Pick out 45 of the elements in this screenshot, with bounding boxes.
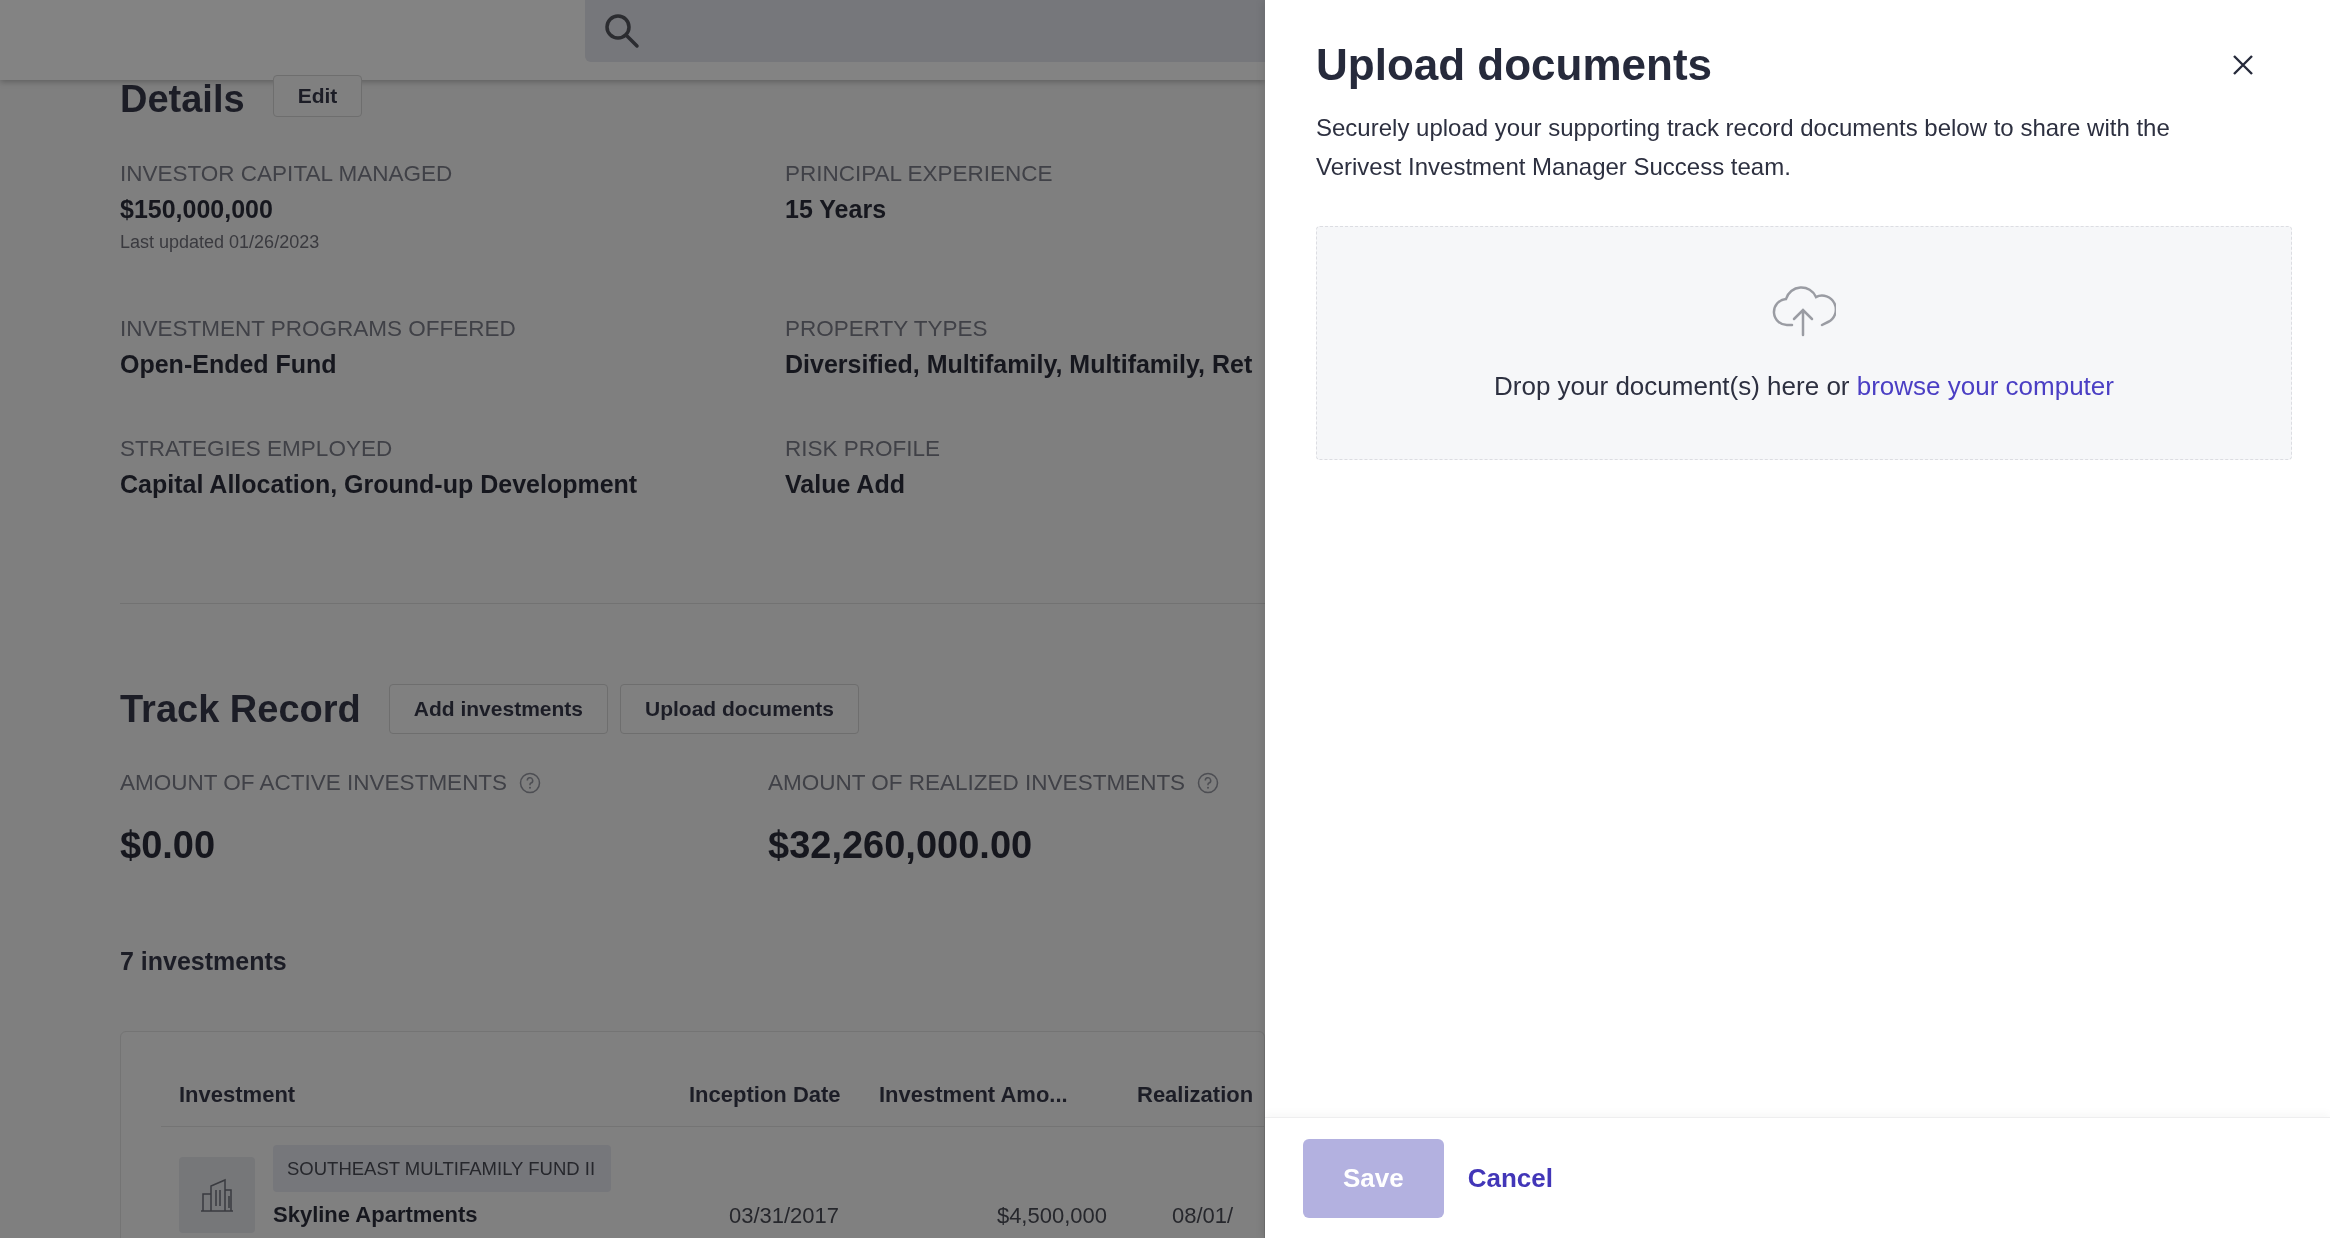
field-label: INVESTMENT PROGRAMS OFFERED — [120, 316, 517, 342]
field-value: Value Add — [785, 470, 906, 499]
drop-zone[interactable]: Drop your document(s) here or browse your computer — [1316, 226, 2292, 460]
panel-description: Securely upload your supporting track record documents below to share with the Verivest Investment Manager Success team. — [1316, 113, 2171, 182]
cloud-upload-icon — [1772, 284, 1836, 337]
browse-link[interactable]: browse your computer — [1856, 370, 2114, 401]
field-label: PRINCIPAL EXPERIENCE — [785, 161, 1054, 187]
search-field[interactable] — [585, 0, 1265, 62]
fund-tag: SOUTHEAST MULTIFAMILY FUND II — [273, 1145, 611, 1192]
stat-value: $32,260,000.00 — [768, 824, 1034, 867]
help-icon[interactable] — [1197, 772, 1220, 794]
field-value: Open-Ended Fund — [120, 350, 338, 379]
column-header[interactable]: Investment Amo... — [879, 1082, 1137, 1108]
field-value: 15 Years — [785, 195, 888, 224]
building-icon — [199, 1178, 235, 1212]
edit-button[interactable]: Edit — [272, 74, 363, 117]
table-cell-text: 03/31/2017 — [727, 1202, 841, 1230]
panel-title: Upload documents — [1316, 40, 1713, 90]
field-label: PROPERTY TYPES — [785, 316, 989, 342]
column-header[interactable]: Investment — [179, 1082, 689, 1108]
search-icon — [603, 12, 641, 50]
cancel-button[interactable]: Cancel — [1463, 1158, 1557, 1198]
field-value: Diversified, Multifamily, Multifamily, Ret — [785, 350, 1254, 379]
drop-instructions: Drop your document(s) here or browse your computer — [1494, 370, 2114, 402]
investment-name[interactable]: Skyline Apartments — [273, 1202, 611, 1228]
table-cell-text: 08/01/ — [1171, 1202, 1235, 1230]
field-value: Capital Allocation, Ground-up Development — [120, 470, 639, 499]
toolbar-button[interactable]: Upload documents — [620, 684, 859, 734]
section-title: Details — [120, 78, 245, 121]
stat-value: $0.00 — [120, 824, 217, 867]
last-updated-note: Last updated 01/26/2023 — [120, 232, 321, 253]
column-header[interactable]: Inception Date — [689, 1082, 879, 1108]
section-title: Track Record — [120, 687, 361, 731]
stat-label: AMOUNT OF REALIZED INVESTMENTS — [768, 770, 1186, 796]
field-label: INVESTOR CAPITAL MANAGED — [120, 161, 454, 187]
toolbar-button[interactable]: Add investments — [388, 684, 608, 734]
help-icon[interactable] — [519, 772, 542, 794]
table-cell-text: $4,500,000 — [995, 1202, 1108, 1230]
column-header[interactable]: Realization — [1137, 1082, 1265, 1108]
field-label: RISK PROFILE — [785, 436, 942, 462]
field-label: STRATEGIES EMPLOYED — [120, 436, 394, 462]
field-value: $150,000,000 — [120, 195, 274, 224]
close-icon — [2232, 54, 2254, 76]
investment-count: 7 investments — [120, 947, 288, 976]
stat-label: AMOUNT OF ACTIVE INVESTMENTS — [120, 770, 508, 796]
